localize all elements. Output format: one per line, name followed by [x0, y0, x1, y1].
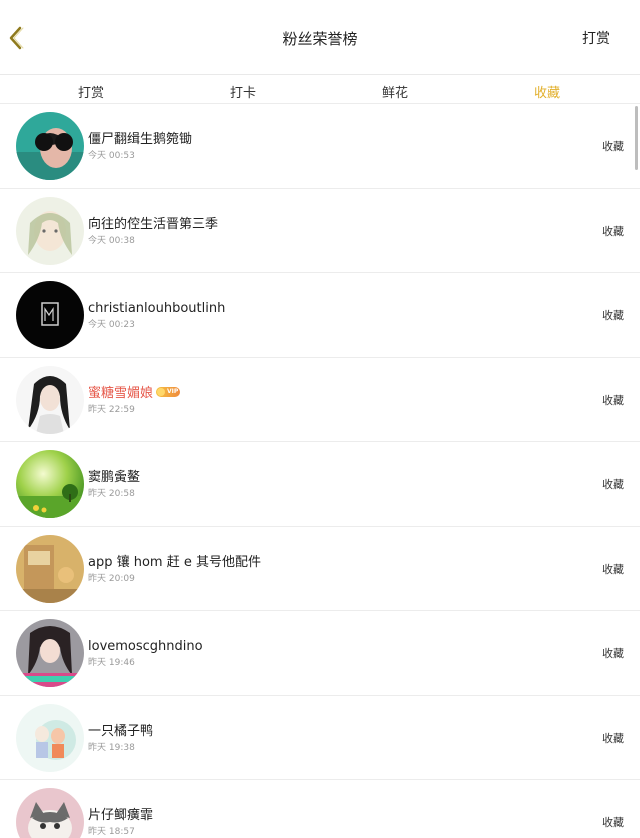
list-item[interactable]: app 镶 hom 赶 e 其号他配件 昨天 20:09 收藏	[0, 527, 640, 611]
favorite-label[interactable]: 收藏	[602, 307, 624, 323]
avatar	[16, 788, 84, 838]
avatar	[16, 703, 84, 772]
avatar	[16, 619, 84, 687]
fan-list: 僵尸翻缉生鹅箢锄 今天 00:53 收藏 向往的倥生活晋第三季 今天 00:38…	[0, 104, 640, 838]
timestamp: 昨天 18:57	[88, 827, 135, 837]
favorite-label[interactable]: 收藏	[602, 138, 624, 154]
user-name: 片仔鲫癀霏	[88, 808, 154, 823]
user-name: app 镶 hom 赶 e 其号他配件	[88, 554, 261, 570]
user-name: 窦鹏夤鳌	[88, 470, 141, 485]
favorite-label[interactable]: 收藏	[602, 645, 624, 661]
vip-badge: VIP	[156, 387, 181, 397]
avatar	[16, 112, 84, 180]
user-name: 一只橘子鸭	[88, 723, 154, 739]
timestamp: 昨天 19:38	[88, 742, 135, 753]
navigation-bar: 粉丝荣誉榜 打赏	[0, 0, 640, 74]
favorite-label[interactable]: 收藏	[602, 814, 624, 830]
avatar	[16, 450, 84, 518]
avatar	[16, 365, 84, 434]
list-item[interactable]: 窦鹏夤鳌 昨天 20:58 收藏	[0, 442, 640, 527]
list-item[interactable]: lovemoscghndino 昨天 19:46 收藏	[0, 611, 640, 696]
timestamp: 昨天 20:58	[88, 489, 135, 499]
tab-flowers[interactable]: 鲜花	[382, 82, 408, 101]
user-name: 向往的倥生活晋第三季	[88, 216, 219, 232]
list-item[interactable]: 蜜糖雪媚娘 VIP 昨天 22:59 收藏	[0, 358, 640, 442]
favorite-label[interactable]: 收藏	[602, 476, 624, 492]
list-item[interactable]: 一只橘子鸭 昨天 19:38 收藏	[0, 696, 640, 780]
favorite-label[interactable]: 收藏	[602, 561, 624, 577]
timestamp: 今天 00:23	[88, 320, 135, 330]
list-item[interactable]: christianlouhboutlinh 今天 00:23 收藏	[0, 273, 640, 358]
scrollbar[interactable]	[635, 106, 638, 170]
timestamp: 昨天 19:46	[88, 658, 135, 668]
avatar	[16, 281, 84, 349]
favorite-label[interactable]: 收藏	[602, 392, 624, 408]
favorite-label[interactable]: 收藏	[602, 223, 624, 239]
tab-favorites[interactable]: 收藏	[534, 82, 560, 101]
user-name: 蜜糖雪媚娘	[88, 385, 154, 401]
reward-button[interactable]: 打赏	[582, 28, 610, 48]
timestamp: 昨天 22:59	[88, 404, 135, 415]
avatar	[16, 534, 84, 603]
tab-checkin[interactable]: 打卡	[230, 82, 256, 101]
list-item[interactable]: 片仔鲫癀霏 昨天 18:57 收藏	[0, 780, 640, 838]
tab-reward[interactable]: 打赏	[78, 82, 104, 101]
timestamp: 今天 00:38	[88, 235, 135, 246]
favorite-label[interactable]: 收藏	[602, 730, 624, 746]
list-item[interactable]: 僵尸翻缉生鹅箢锄 今天 00:53 收藏	[0, 104, 640, 189]
tab-bar: 打赏 打卡 鲜花 收藏	[0, 74, 640, 104]
list-item[interactable]: 向往的倥生活晋第三季 今天 00:38 收藏	[0, 189, 640, 273]
user-name: 僵尸翻缉生鹅箢锄	[88, 132, 193, 147]
avatar	[16, 196, 84, 265]
page-title: 粉丝荣誉榜	[282, 30, 358, 48]
user-name: christianlouhboutlinh	[88, 301, 226, 316]
timestamp: 昨天 20:09	[88, 573, 135, 584]
timestamp: 今天 00:53	[88, 151, 135, 161]
user-name: lovemoscghndino	[88, 639, 203, 654]
